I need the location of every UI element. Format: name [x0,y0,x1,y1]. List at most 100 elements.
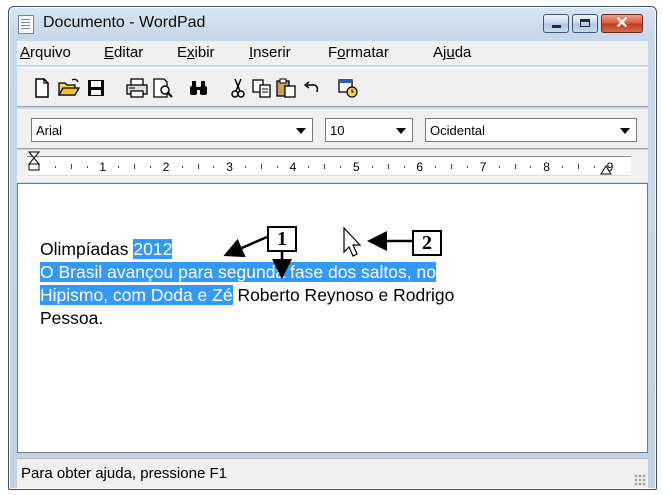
close-icon: ✕ [615,15,629,32]
menu-ajuda-pre: Aj [433,44,447,61]
date-time-icon[interactable] [337,77,359,99]
font-size-value: 10 [330,123,345,138]
ruler-tick [340,166,342,168]
paste-icon[interactable] [275,77,297,99]
format-toolbar: Arial 10 Ocidental [17,109,648,149]
ruler-tick [70,164,72,169]
new-document-icon[interactable] [31,77,53,99]
title-bar[interactable]: Documento - WordPad ✕ [9,7,656,39]
find-binoculars-icon[interactable] [187,77,209,99]
print-preview-icon[interactable] [151,77,173,99]
document-editor[interactable]: Olimpíadas 2012 O Brasil avançou para se… [17,183,648,453]
close-button[interactable]: ✕ [601,14,643,33]
ruler-tick [213,166,215,168]
status-text: Para obter ajuda, pressione F1 [21,465,227,482]
maximize-icon [580,19,590,27]
ruler-tick [514,164,516,169]
ruler-number: 5 [353,160,360,174]
menu-formatar[interactable]: Formatar [328,44,389,61]
annotation-label-1: 1 [267,226,297,252]
wordpad-window: Documento - WordPad ✕ Arquivo Editar Exi… [8,6,657,490]
menu-editar-accel: E [104,44,115,61]
ruler[interactable]: 1 2 3 4 5 6 7 8 9 [27,151,631,176]
ruler-tick [324,164,326,169]
chevron-down-icon[interactable] [396,128,406,134]
menu-exibir-label: ibir [194,44,215,61]
ruler-tick [435,166,437,168]
window-title: Documento - WordPad [43,14,206,31]
annotation-label-2: 2 [412,230,442,256]
ruler-tick [498,166,500,168]
ruler-number: 2 [162,160,170,174]
minimize-button[interactable] [543,14,569,33]
script-select[interactable]: Ocidental [425,118,637,142]
ruler-tick [387,164,389,169]
ruler-number: 6 [416,160,424,174]
selected-text-line3: Hipismo, com Doda e Zé [40,285,233,305]
ruler-number: 4 [289,160,297,174]
ruler-tick [466,166,468,168]
menu-inserir-label: nserir [253,44,291,61]
doc-line4-text: Pessoa. [40,308,104,328]
menu-formatar-accel: o [337,44,346,61]
print-icon[interactable] [125,77,148,99]
document-text[interactable]: Olimpíadas 2012 O Brasil avançou para se… [40,238,454,330]
menu-arquivo-accel: A [20,44,31,61]
ruler-tick [276,166,278,168]
menu-arquivo-label: rquivo [30,44,71,61]
menu-inserir[interactable]: Inserir [249,44,291,61]
ruler-number: 1 [99,160,107,174]
ruler-number: 7 [479,160,487,174]
menu-ajuda-accel: u [446,44,455,61]
chevron-down-icon[interactable] [296,128,306,134]
doc-line3-text: Roberto Reynoso e Rodrigo [232,285,455,305]
ruler-tick [54,166,56,168]
ruler-tick [308,166,310,168]
ruler-tick [562,166,564,168]
resize-grip-icon[interactable] [634,474,646,486]
menu-arquivo[interactable]: Arquivo [20,44,71,61]
ruler-tick [181,166,183,168]
menu-exibir[interactable]: Exibir [177,44,215,61]
ruler-tick [197,164,199,169]
menu-ajuda-label: da [454,44,472,61]
wordpad-document-icon [18,15,34,34]
undo-icon[interactable] [301,77,323,99]
chevron-down-icon[interactable] [620,128,630,134]
font-size-select[interactable]: 10 [325,118,413,142]
menu-bar: Arquivo Editar Exibir Inserir Formatar A… [17,41,648,65]
ruler-number: 8 [543,160,550,174]
menu-exibir-accel: x [187,44,195,61]
ruler-tick [451,164,453,169]
standard-toolbar [17,67,648,107]
ruler-tick [530,166,532,168]
ruler-tick [134,164,136,169]
menu-formatar-pre: F [328,44,338,61]
minimize-icon [552,25,561,28]
ruler-tick [245,166,247,168]
menu-exibir-pre: E [177,44,188,61]
indent-marker-icon[interactable] [27,151,41,171]
cut-scissors-icon[interactable] [227,77,249,99]
open-folder-icon[interactable] [57,77,81,99]
ruler-tick [593,166,595,168]
selected-text-line2: O Brasil avançou para segunda fase dos s… [40,262,436,282]
ruler-tick [577,164,579,169]
ruler-tick [118,166,120,168]
ruler-tick [86,166,88,168]
menu-ajuda[interactable]: Ajuda [433,44,471,61]
maximize-button[interactable] [572,14,598,33]
ruler-tick [260,164,262,169]
copy-icon[interactable] [251,77,273,99]
ruler-area: 1 2 3 4 5 6 7 8 9 [17,150,648,182]
ruler-number: 9 [606,160,614,174]
save-disk-icon[interactable] [85,77,107,99]
font-select-value: Arial [36,123,63,138]
menu-editar-label: ditar [114,44,144,61]
doc-line1-text: Olimpíadas [40,239,134,259]
menu-formatar-label: rmatar [345,44,389,61]
font-select[interactable]: Arial [31,118,313,142]
menu-editar[interactable]: Editar [104,44,143,61]
script-select-value: Ocidental [430,123,485,138]
ruler-tick [149,166,151,168]
